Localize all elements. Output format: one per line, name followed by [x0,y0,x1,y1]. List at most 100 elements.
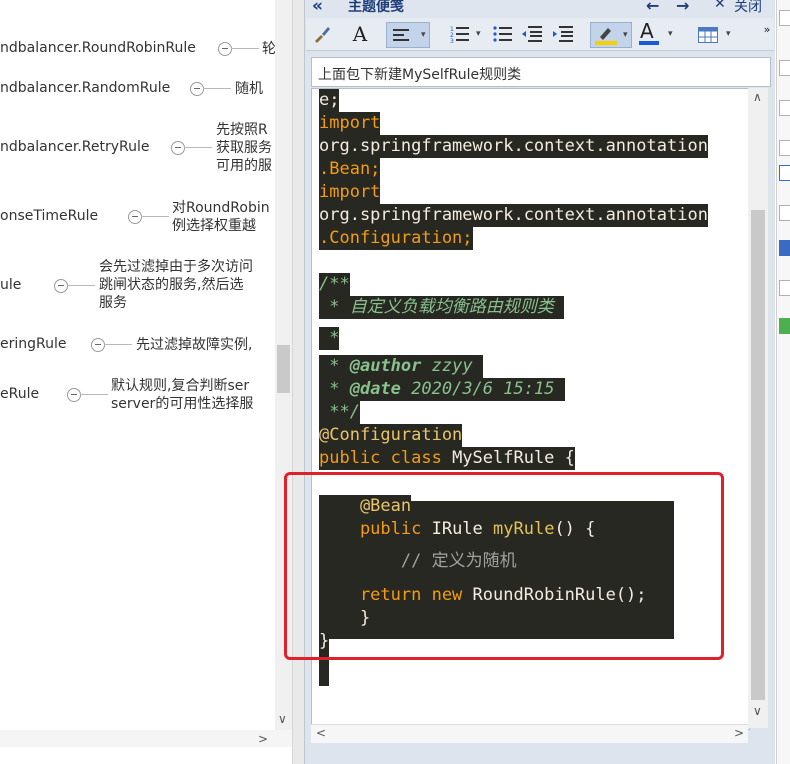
highlight-dropdown[interactable]: ▾ [590,22,632,48]
mind-node-desc[interactable]: 默认规则,复合判断ser server的可用性选择服 [111,377,253,413]
mind-node[interactable]: ndbalancer.RandomRule [0,80,170,96]
scroll-left-icon[interactable]: < [316,726,326,740]
mind-node[interactable]: eRule [0,386,39,402]
desc-line: 服务 [99,295,127,311]
mind-node[interactable]: eringRule [0,336,67,352]
code-token: * 自定义负载均衡路由规则类 [319,297,564,317]
mind-node-desc[interactable]: 先过滤掉故障实例, [136,336,252,354]
scrollbar-thumb[interactable] [277,345,290,393]
format-painter-button[interactable] [310,22,334,46]
side-tool-icon[interactable] [779,60,790,76]
back-arrow-icon[interactable]: ← [646,0,659,15]
collapse-toggle-icon[interactable] [190,82,204,96]
chevron-down-icon: ▾ [668,29,673,39]
code-token: import [319,113,381,133]
close-label[interactable]: 关闭 [734,0,762,16]
scroll-down-icon[interactable]: ∨ [753,704,762,718]
mind-node-desc[interactable]: 会先过滤掉由于多次访问 跳闸状态的服务,然后选 服务 [99,258,253,312]
outdent-button[interactable] [519,22,545,46]
forward-arrow-icon[interactable]: → [676,0,689,15]
scroll-up-icon[interactable]: ∧ [753,90,762,104]
connector-line [184,147,212,148]
collapse-toggle-icon[interactable] [218,42,232,56]
mind-node-desc[interactable]: 轮 [262,40,276,58]
chevron-down-icon: ▾ [476,29,481,39]
close-icon[interactable]: ✕ [714,0,726,12]
note-title-field[interactable]: 上面包下新建MySelfRule规则类 [311,57,771,87]
mind-map-canvas[interactable]: ndbalancer.RoundRobinRule 轮 ndbalancer.R… [0,0,292,764]
svg-text:3: 3 [450,38,454,43]
scroll-right-icon[interactable]: > [734,726,744,740]
desc-line: 可用的服 [216,158,272,174]
editor-horizontal-scrollbar[interactable] [311,724,748,743]
code-line: * 自定义负载均衡路由规则类 [319,296,564,319]
code-line: * @author zzyy [319,355,483,378]
highlighter-icon [595,28,617,45]
scroll-down-icon[interactable]: ∨ [278,712,287,726]
connector-line [104,344,132,345]
collapse-toggle-icon[interactable] [67,388,81,402]
code-token: zzyy [421,356,483,376]
desc-line: server的可用性选择服 [111,396,254,412]
code-token: import [319,182,381,202]
code-token: @Configuration [319,425,463,445]
connector-line [67,285,95,286]
collapse-toggle-icon[interactable] [54,279,68,293]
align-dropdown[interactable]: ▾ [386,22,430,48]
side-tool-icon[interactable] [779,280,790,296]
side-tool-icon[interactable] [779,240,790,256]
code-token: @date [349,379,401,399]
outdent-icon [522,26,542,42]
collapse-toggle-icon[interactable] [91,338,105,352]
panel-header: « 主题便笺 ← → ✕ 关闭 [306,0,774,16]
mind-node-desc[interactable]: 对RoundRobin 例选择权重越 [172,199,270,235]
code-token: /** [319,274,350,294]
side-tool-icon[interactable] [779,165,790,181]
side-tool-icon[interactable] [779,10,790,26]
side-tool-icon[interactable] [779,140,790,156]
desc-line: 对RoundRobin [172,200,270,216]
mind-node[interactable]: ndbalancer.RetryRule [0,139,150,155]
panel-title: 主题便笺 [348,0,404,15]
bullet-list-icon [493,26,512,42]
mind-node-desc[interactable]: 随机 [235,80,263,98]
desc-line: 默认规则,复合判断ser [111,378,250,394]
code-token: MySelfRule { [452,448,575,468]
side-tool-icon[interactable] [779,318,790,334]
mind-node[interactable]: onseTimeRule [0,208,98,224]
chevron-down-icon: ▾ [421,30,426,40]
code-token: e; [319,90,340,110]
collapse-toggle-icon[interactable] [128,210,142,224]
horizontal-scrollbar[interactable] [0,730,292,747]
code-line: .Bean; [319,158,381,181]
code-token: * [319,356,350,376]
code-line: public class MySelfRule { [319,447,575,470]
code-token: * [319,379,350,399]
scrollbar-thumb[interactable] [751,210,765,700]
code-line: import [319,181,381,204]
code-line: * @date 2020/3/6 15:15 [319,378,565,401]
side-tool-icon[interactable] [779,205,790,221]
table-dropdown[interactable]: ▾ [694,22,734,46]
collapse-toggle-icon[interactable] [171,141,185,155]
indent-button[interactable] [550,22,576,46]
align-left-icon [393,29,409,41]
toolbar-overflow-icon[interactable]: » [760,18,774,42]
chevron-down-icon: ▾ [623,30,628,40]
bullet-list-button[interactable] [490,22,516,46]
scroll-right-icon[interactable]: > [258,732,268,746]
numbered-list-dropdown[interactable]: 1 2 3 ▾ [448,22,486,46]
indent-icon [553,26,573,42]
code-line: * [319,327,340,350]
font-button[interactable]: A [346,22,374,46]
code-line: @Configuration [319,424,463,447]
mind-node[interactable]: ndbalancer.RoundRobinRule [0,40,196,56]
collapse-panel-icon[interactable]: « [312,0,323,16]
mind-node[interactable]: ule [0,277,21,293]
desc-line: 会先过滤掉由于多次访问 [99,259,253,275]
side-tool-icon[interactable] [779,100,790,116]
mind-node-desc[interactable]: 先按照R 获取服务 可用的服 [216,121,272,175]
desc-line: 跳闸状态的服务,然后选 [99,277,244,293]
code-token: * [319,328,340,348]
font-color-dropdown[interactable]: A ▾ [636,19,676,46]
